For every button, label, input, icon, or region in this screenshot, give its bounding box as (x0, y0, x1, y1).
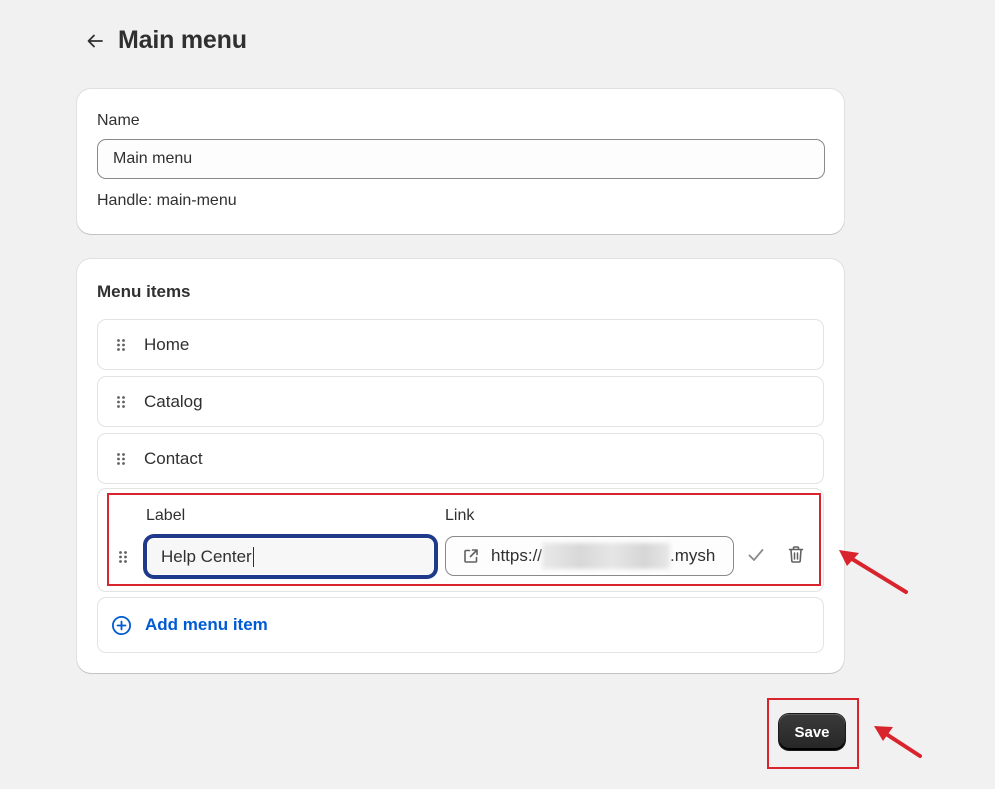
drag-handle-icon[interactable] (116, 395, 126, 409)
confirm-check-button[interactable] (744, 543, 768, 567)
menu-item-row[interactable]: Home (97, 319, 824, 370)
menu-items-title: Menu items (97, 282, 191, 301)
link-input[interactable]: https:// .mysh (445, 536, 734, 576)
menu-item-row[interactable]: Contact (97, 433, 824, 484)
menu-items-card: Menu items Home Catalog Contact Label Li… (77, 259, 844, 673)
menu-item-label: Catalog (144, 391, 203, 411)
add-menu-item-label: Add menu item (145, 615, 268, 634)
link-prefix: https:// (491, 546, 543, 565)
label-field-title: Label (146, 507, 186, 524)
menu-item-label: Home (144, 334, 190, 354)
drag-handle-icon[interactable] (116, 452, 126, 466)
name-input-value: Main menu (113, 150, 193, 167)
add-menu-item-button[interactable]: Add menu item (97, 597, 824, 653)
text-caret (252, 546, 254, 567)
page-title: Main menu (118, 26, 247, 54)
handle-text: Handle: main-menu (97, 192, 237, 209)
link-field-title: Link (445, 507, 475, 524)
label-input-value: Help Center (161, 546, 252, 566)
redacted-domain (542, 543, 671, 569)
delete-item-button[interactable] (784, 542, 808, 566)
drag-handle-icon[interactable] (118, 550, 128, 564)
annotation-arrow-icon (874, 726, 922, 758)
drag-handle-icon[interactable] (116, 338, 126, 352)
name-card: Name Main menu Handle: main-menu (77, 89, 844, 234)
trash-icon (788, 545, 804, 563)
name-input[interactable]: Main menu (97, 139, 825, 179)
menu-item-label: Contact (144, 448, 203, 468)
name-field-label: Name (97, 112, 140, 129)
page-header: Main menu (84, 26, 247, 55)
label-input[interactable]: Help Center (145, 536, 436, 577)
external-link-icon (462, 547, 480, 565)
menu-item-row[interactable]: Catalog (97, 376, 824, 427)
annotation-arrow-icon (839, 550, 908, 594)
plus-circle-icon (111, 615, 132, 636)
arrow-left-icon (87, 34, 103, 47)
back-button[interactable] (84, 30, 106, 52)
checkmark-icon (748, 549, 764, 561)
save-button[interactable]: Save (779, 714, 845, 750)
link-suffix: .mysh (670, 546, 716, 565)
